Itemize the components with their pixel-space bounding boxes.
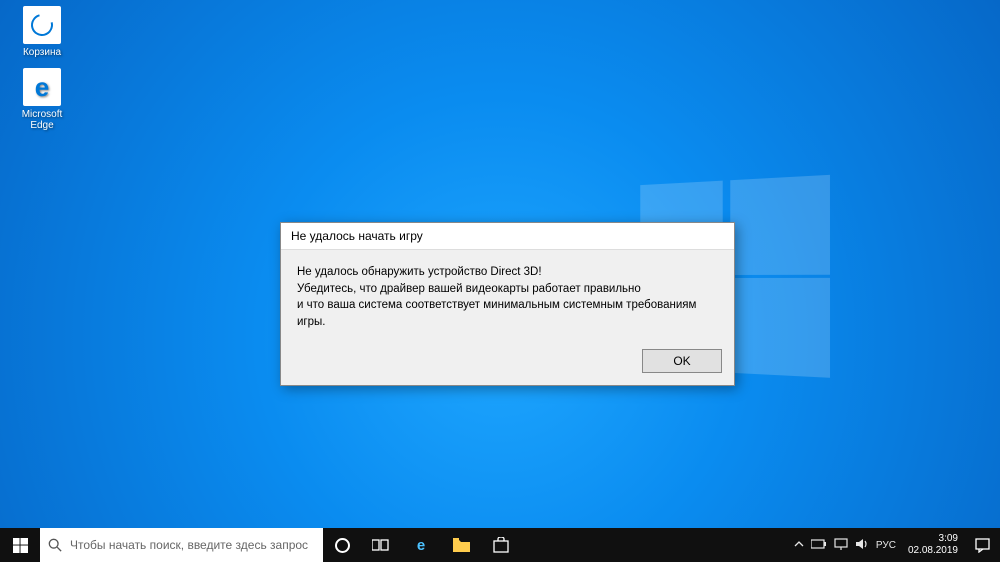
search-icon xyxy=(48,538,62,552)
desktop-icon-recycle-bin[interactable]: Корзина xyxy=(12,6,72,58)
taskbar-app-explorer[interactable] xyxy=(441,528,481,562)
edge-icon xyxy=(23,68,61,106)
error-dialog: Не удалось начать игру Не удалось обнару… xyxy=(280,222,735,386)
tray-volume-icon[interactable] xyxy=(855,538,869,553)
taskbar-app-edge[interactable]: e xyxy=(401,528,441,562)
dialog-footer: OK xyxy=(281,341,734,385)
desktop-icon-label: Microsoft Edge xyxy=(12,109,72,131)
action-center-button[interactable] xyxy=(964,528,1000,562)
task-view-button[interactable] xyxy=(361,528,401,562)
windows-icon xyxy=(13,538,28,553)
search-placeholder: Чтобы начать поиск, введите здесь запрос xyxy=(70,538,308,552)
dialog-message-line: Убедитесь, что драйвер вашей видеокарты … xyxy=(297,281,718,298)
folder-icon xyxy=(453,538,470,552)
store-icon xyxy=(493,537,509,553)
clock-date: 02.08.2019 xyxy=(908,545,958,557)
taskbar-clock[interactable]: 3:09 02.08.2019 xyxy=(902,528,964,562)
taskbar: Чтобы начать поиск, введите здесь запрос… xyxy=(0,528,1000,562)
dialog-body: Не удалось обнаружить устройство Direct … xyxy=(281,250,734,341)
taskbar-search[interactable]: Чтобы начать поиск, введите здесь запрос xyxy=(40,528,323,562)
clock-time: 3:09 xyxy=(908,533,958,545)
taskbar-spacer xyxy=(521,528,788,562)
desktop-icon-label: Корзина xyxy=(12,47,72,58)
tray-network-icon[interactable] xyxy=(834,538,848,553)
edge-icon: e xyxy=(417,537,425,554)
system-tray: РУС xyxy=(788,528,902,562)
dialog-message-line: и что ваша система соответствует минимал… xyxy=(297,297,718,330)
tray-chevron-up-icon[interactable] xyxy=(794,539,804,552)
ok-button[interactable]: OK xyxy=(642,349,722,373)
cortana-icon xyxy=(335,538,350,553)
desktop-icon-edge[interactable]: Microsoft Edge xyxy=(12,68,72,131)
task-view-icon xyxy=(372,538,390,552)
tray-language[interactable]: РУС xyxy=(876,540,896,551)
notification-icon xyxy=(975,538,990,553)
dialog-message-line: Не удалось обнаружить устройство Direct … xyxy=(297,264,718,281)
tray-battery-icon[interactable] xyxy=(811,539,827,552)
taskbar-app-store[interactable] xyxy=(481,528,521,562)
dialog-title: Не удалось начать игру xyxy=(281,223,734,250)
recycle-bin-icon xyxy=(23,6,61,44)
cortana-button[interactable] xyxy=(323,528,361,562)
start-button[interactable] xyxy=(0,528,40,562)
